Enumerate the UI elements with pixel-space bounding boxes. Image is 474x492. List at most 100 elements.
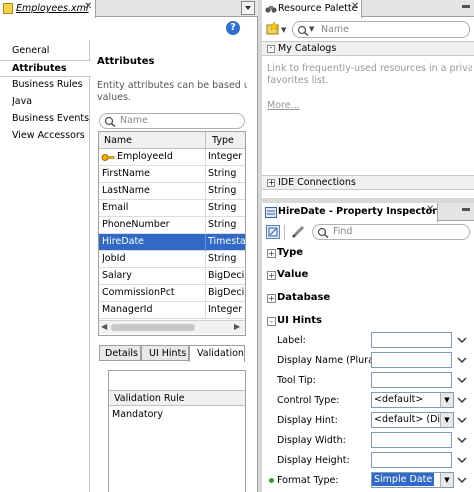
nav-item-java[interactable]: Java — [0, 94, 90, 110]
chevron-down-icon[interactable] — [456, 414, 468, 426]
display-width-field[interactable] — [371, 432, 452, 448]
table-row[interactable]: PhoneNumber String — [99, 217, 245, 234]
inspector-find-input[interactable]: Find — [312, 224, 470, 240]
column-header-name[interactable]: Name — [104, 135, 132, 146]
nav-item-general[interactable]: General — [0, 43, 90, 59]
tab-details[interactable]: Details — [99, 345, 141, 361]
resource-palette-tab[interactable]: Resource Palette ✕ — [262, 0, 362, 18]
column-header-validation-rule[interactable]: Validation Rule — [114, 393, 185, 404]
scrollbar-thumb[interactable] — [111, 324, 195, 331]
key-icon — [101, 154, 115, 161]
tool-tip-field[interactable] — [371, 372, 452, 388]
column-divider — [205, 302, 206, 319]
property-name: Display Hint: — [277, 415, 338, 426]
pencil-icon[interactable] — [291, 225, 305, 239]
dropdown-arrow-icon[interactable]: ▼ — [440, 393, 453, 407]
new-catalog-dropdown-icon[interactable]: ▼ — [281, 26, 286, 34]
close-icon[interactable]: ✕ — [351, 1, 359, 12]
minimize-icon[interactable] — [462, 208, 470, 211]
tab-ui-hints[interactable]: UI Hints — [141, 345, 189, 361]
expand-icon[interactable]: + — [267, 179, 275, 187]
table-row[interactable]: ManagerId Integer — [99, 302, 245, 319]
nav-item-business-events[interactable]: Business Events — [0, 111, 90, 127]
inspector-tab[interactable]: HireDate - Property Inspector ✕ — [262, 203, 438, 222]
column-divider — [205, 132, 206, 149]
property-display-width: Display Width: — [262, 431, 474, 451]
search-options-icon[interactable]: ▼ — [309, 25, 314, 33]
table-row[interactable]: Salary BigDecimal — [99, 268, 245, 285]
table-row[interactable]: JobId String — [99, 251, 245, 268]
section-ui-hints[interactable]: - UI Hints — [262, 312, 474, 332]
table-row-selected[interactable]: HireDate Timestamp — [99, 234, 245, 251]
nav-item-attributes[interactable]: Attributes — [0, 60, 91, 77]
chevron-down-icon[interactable] — [456, 474, 468, 486]
dropdown-arrow-icon[interactable]: ▼ — [440, 413, 453, 427]
nav-item-label: Java — [12, 96, 33, 107]
table-row[interactable]: CommissionPct BigDecimal — [99, 285, 245, 302]
display-height-field[interactable] — [371, 452, 452, 468]
column-header-type[interactable]: Type — [212, 135, 234, 146]
attributes-heading: Attributes — [97, 56, 155, 67]
row-name: ManagerId — [102, 304, 153, 315]
chevron-down-icon[interactable] — [456, 354, 468, 366]
control-type-select[interactable]: <default> ▼ — [371, 392, 454, 408]
tab-validation-rules[interactable]: Validation R — [189, 345, 245, 362]
search-icon — [104, 116, 116, 127]
label-field[interactable] — [371, 332, 452, 348]
nav-item-business-rules[interactable]: Business Rules — [0, 77, 90, 93]
edit-icon[interactable] — [266, 225, 280, 239]
expand-icon[interactable]: + — [267, 249, 276, 258]
format-type-select[interactable]: Simple Date ▼ — [371, 472, 454, 488]
row-type: String — [208, 168, 237, 179]
section-type[interactable]: + Type — [262, 244, 474, 264]
chevron-down-icon[interactable] — [456, 394, 468, 406]
table-row[interactable]: LastName String — [99, 183, 245, 200]
my-catalogs-header[interactable]: - My Catalogs — [262, 41, 474, 56]
ide-connections-header[interactable]: + IDE Connections — [262, 175, 474, 190]
scroll-right-icon[interactable]: ▶ — [234, 322, 240, 331]
row-type: BigDecimal — [208, 287, 245, 298]
close-icon[interactable]: ✕ — [84, 1, 92, 12]
nav-item-label: Business Events — [12, 113, 90, 124]
table-row[interactable]: Email String — [99, 200, 245, 217]
palette-search-input[interactable]: ▼ Name — [292, 21, 470, 38]
section-value[interactable]: + Value — [262, 266, 474, 286]
collapse-icon[interactable]: - — [267, 45, 275, 53]
attributes-description-2: values. — [97, 92, 131, 103]
editor-tab-employees[interactable]: Employees.xml ✕ — [0, 0, 96, 18]
chevron-down-icon[interactable] — [456, 434, 468, 446]
property-tool-tip: Tool Tip: — [262, 371, 474, 391]
row-type: BigDecimal — [208, 270, 245, 281]
chevron-down-icon[interactable] — [456, 454, 468, 466]
dropdown-arrow-icon[interactable]: ▼ — [440, 473, 453, 487]
scroll-left-icon[interactable]: ◀ — [101, 322, 107, 331]
editor-tab-label: Employees.xml — [16, 3, 89, 14]
chevron-down-icon[interactable] — [456, 374, 468, 386]
attributes-search-input[interactable]: Name — [99, 113, 245, 129]
collapse-icon[interactable]: - — [267, 317, 276, 326]
row-type: String — [208, 219, 237, 230]
section-label: Database — [277, 292, 331, 303]
chevron-down-icon[interactable] — [456, 334, 468, 346]
my-catalogs-label: My Catalogs — [278, 43, 337, 54]
table-row[interactable]: FirstName String — [99, 166, 245, 183]
table-horizontal-scrollbar[interactable]: ◀ ▶ — [99, 320, 245, 334]
more-link[interactable]: More... — [267, 100, 300, 111]
table-row[interactable]: EmployeeId Integer — [99, 149, 245, 166]
close-icon[interactable]: ✕ — [426, 204, 434, 215]
new-catalog-icon[interactable] — [266, 22, 280, 35]
display-hint-select[interactable]: <default> (Di... ▼ — [371, 412, 454, 428]
tab-list-dropdown[interactable] — [241, 1, 255, 15]
section-database[interactable]: + Database — [262, 289, 474, 309]
toolbar-separator — [284, 225, 285, 240]
validation-row[interactable]: Mandatory — [109, 407, 245, 423]
expand-icon[interactable]: + — [267, 271, 276, 280]
minimize-icon[interactable] — [462, 5, 470, 8]
palette-hint-2: favorites list. — [267, 75, 329, 86]
help-icon[interactable]: ? — [226, 21, 240, 35]
column-divider — [205, 268, 206, 285]
row-name: LastName — [102, 185, 150, 196]
display-name-plural-field[interactable] — [371, 352, 452, 368]
nav-item-view-accessors[interactable]: View Accessors — [0, 128, 90, 144]
expand-icon[interactable]: + — [267, 294, 276, 303]
